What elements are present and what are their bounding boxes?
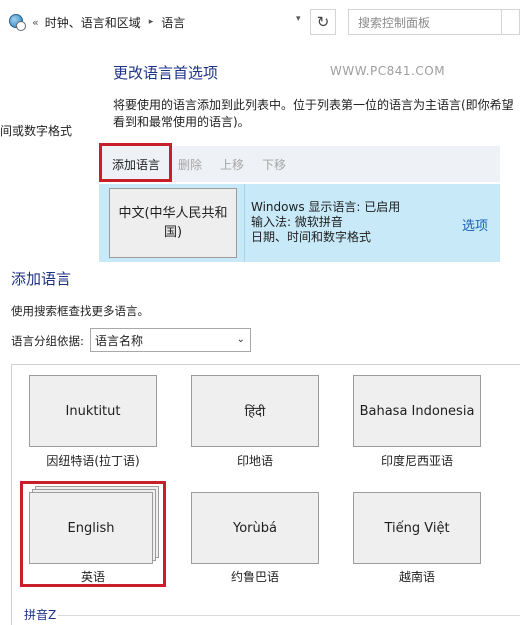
language-label-english: 英语 [80, 570, 105, 584]
language-tile-chinese[interactable]: 中文(中华人民共和国) [109, 188, 237, 258]
breadcrumb-item-clock-language-region[interactable]: 时钟、语言和区域 [45, 14, 141, 31]
move-down-button[interactable]: 下移 [262, 156, 286, 173]
clock-language-region-icon [8, 13, 26, 31]
watermark: WWW.PC841.COM [330, 64, 446, 78]
refresh-button[interactable]: ↻ [310, 9, 336, 35]
language-label-vietnamese: 越南语 [398, 570, 435, 584]
language-label-indonesian: 印度尼西亚语 [380, 454, 453, 468]
refresh-icon: ↻ [316, 13, 330, 31]
breadcrumb[interactable]: « 时钟、语言和区域 ▸ 语言 [4, 9, 310, 35]
divider [244, 184, 245, 262]
language-label-hindi: 印地语 [236, 454, 273, 468]
chevron-down-icon[interactable]: ▾ [296, 14, 301, 24]
language-tile-indonesian[interactable]: Bahasa Indonesia [353, 375, 481, 447]
group-by-select[interactable]: 语言名称 ⌄ [90, 328, 251, 352]
breadcrumb-overflow-icon[interactable]: « [32, 16, 39, 29]
address-bar: « 时钟、语言和区域 ▸ 语言 ▾ ↻ 搜索控制面板 [0, 0, 520, 44]
sidebar-item-time-number-format[interactable]: 间或数字格式 [0, 122, 72, 139]
page-description: 将要使用的语言添加到此列表中。位于列表第一位的语言为主语言(即你希望看到和最常使… [113, 98, 514, 129]
language-toolbar: 添加语言 删除 上移 下移 [99, 146, 500, 182]
breadcrumb-item-language[interactable]: 语言 [161, 14, 185, 31]
language-detail-format: 日期、时间和数字格式 [251, 230, 372, 244]
search-button[interactable] [501, 9, 520, 35]
options-link[interactable]: 选项 [462, 215, 488, 234]
section-header: 拼音Z [24, 608, 57, 622]
move-up-button[interactable]: 上移 [220, 156, 244, 173]
language-details: Windows 显示语言: 已启用 输入法: 微软拼音 日期、时间和数字格式 [251, 200, 400, 245]
chevron-down-icon: ⌄ [236, 334, 245, 345]
delete-button[interactable]: 删除 [178, 156, 202, 173]
group-by-value: 语言名称 [95, 333, 144, 348]
add-language-title: 添加语言 [11, 270, 72, 288]
group-by-label: 语言分组依据: [11, 334, 84, 348]
page-title: 更改语言首选项 [113, 64, 219, 82]
language-label-inuktitut: 因纽特语(拉丁语) [46, 454, 140, 468]
language-tile-hindi[interactable]: हिंदी [191, 375, 319, 447]
language-detail-display: Windows 显示语言: 已启用 [251, 200, 401, 214]
language-tile-vietnamese[interactable]: Tiếng Việt [353, 492, 481, 564]
add-language-description: 使用搜索框查找更多语言。 [11, 304, 149, 318]
language-tile-english[interactable]: English [29, 492, 153, 564]
search-input[interactable]: 搜索控制面板 [348, 9, 502, 35]
language-detail-input: 输入法: 微软拼音 [251, 215, 343, 229]
language-tile-yoruba[interactable]: Yorùbá [191, 492, 319, 564]
language-list-row[interactable]: 中文(中华人民共和国) Windows 显示语言: 已启用 输入法: 微软拼音 … [99, 184, 500, 262]
divider [58, 615, 520, 616]
language-tile-inuktitut[interactable]: Inuktitut [29, 375, 157, 447]
chevron-right-icon[interactable]: ▸ [149, 17, 154, 27]
language-label-yoruba: 约鲁巴语 [230, 570, 279, 584]
add-language-button[interactable]: 添加语言 [112, 156, 160, 173]
